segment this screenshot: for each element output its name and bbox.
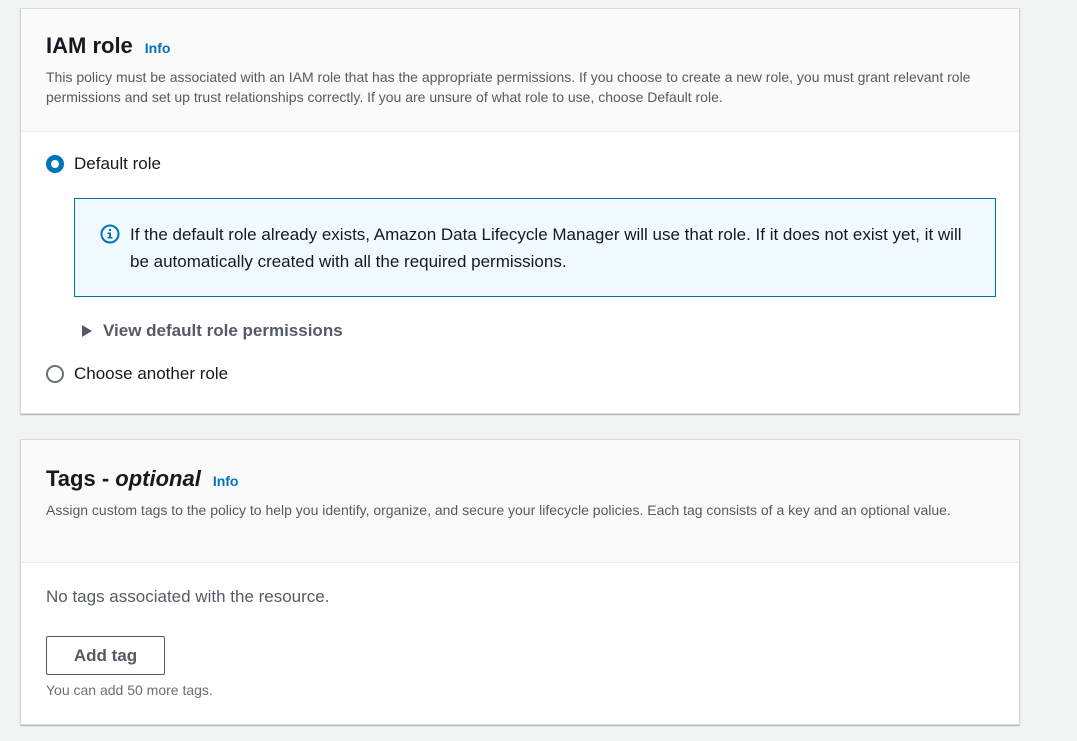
radio-label-default-role: Default role (74, 154, 161, 173)
iam-role-header: IAM role Info This policy must be associ… (21, 9, 1019, 132)
tags-title-text: Tags - (46, 466, 116, 491)
default-role-alert-text: If the default role already exists, Amaz… (130, 225, 962, 271)
add-tag-button[interactable]: Add tag (46, 636, 165, 675)
tags-title-optional: optional (115, 466, 201, 491)
tags-header: Tags - optional Info Assign custom tags … (21, 440, 1019, 563)
tags-info-link[interactable]: Info (213, 473, 239, 489)
radio-option-choose-another-role[interactable]: Choose another role (46, 364, 228, 384)
radio-button-choose-another-role[interactable] (46, 365, 64, 383)
caret-right-icon (82, 325, 92, 337)
info-circle-icon (100, 224, 120, 244)
tags-title: Tags - optional (46, 464, 201, 494)
radio-button-default-role[interactable] (46, 155, 64, 173)
iam-role-title-row: IAM role Info (46, 31, 994, 61)
tags-panel: Tags - optional Info Assign custom tags … (20, 439, 1020, 725)
iam-role-title: IAM role (46, 33, 133, 58)
radio-label-choose-another-role: Choose another role (74, 364, 229, 383)
tags-remaining-hint: You can add 50 more tags. (46, 682, 213, 698)
default-role-info-alert: If the default role already exists, Amaz… (74, 198, 996, 297)
iam-role-description: This policy must be associated with an I… (46, 69, 971, 105)
view-default-role-permissions-expander[interactable]: View default role permissions (82, 321, 343, 341)
tags-title-row: Tags - optional Info (46, 464, 994, 494)
iam-role-info-link[interactable]: Info (145, 40, 171, 56)
iam-role-panel: IAM role Info This policy must be associ… (20, 8, 1020, 414)
expander-label: View default role permissions (103, 321, 343, 340)
radio-option-default-role[interactable]: Default role (46, 154, 161, 174)
no-tags-message: No tags associated with the resource. (46, 587, 330, 606)
tags-description: Assign custom tags to the policy to help… (46, 502, 951, 518)
